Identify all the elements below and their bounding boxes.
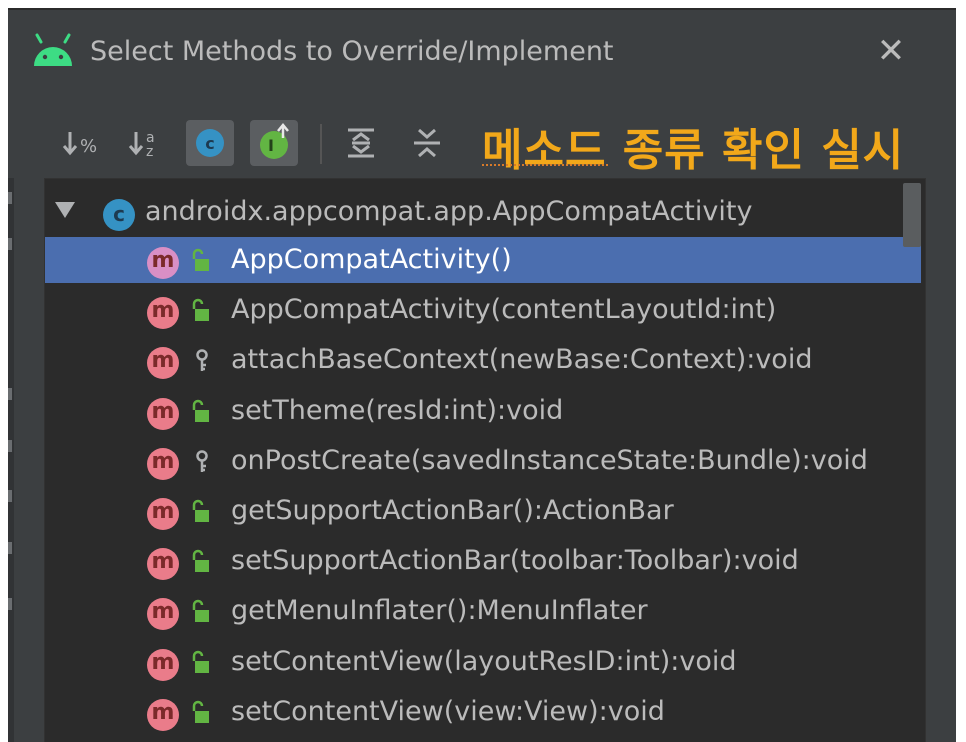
scrollbar-thumb[interactable] [903, 183, 921, 247]
method-icon: m [147, 347, 179, 379]
method-row[interactable]: m AppCompatActivity() [45, 237, 921, 283]
public-unlock-icon [189, 499, 215, 525]
override-methods-dialog: Select Methods to Override/Implement ✕ %… [8, 8, 956, 742]
svg-text:I: I [268, 136, 274, 155]
sort-alphabetically-icon: a z [128, 130, 155, 160]
methods-tree[interactable]: c androidx.appcompat.app.AppCompatActivi… [44, 178, 926, 742]
method-icon: m [147, 498, 179, 530]
method-label: setTheme(resId:int):void [231, 395, 564, 426]
protected-key-icon [189, 449, 215, 475]
method-label: attachBaseContext(newBase:Context):void [231, 344, 813, 375]
method-label: getSupportActionBar():ActionBar [231, 495, 674, 526]
gutter-mark [8, 238, 12, 250]
method-label: setContentView(view:View):void [231, 696, 665, 727]
class-node-label: androidx.appcompat.app.AppCompatActivity [145, 196, 753, 227]
toolbar-separator [320, 124, 322, 164]
spellcheck-underline [482, 164, 608, 166]
close-button[interactable]: ✕ [872, 32, 910, 70]
method-row[interactable]: m getSupportActionBar():ActionBar [45, 488, 921, 534]
sort-by-percent-button[interactable]: % [58, 120, 106, 166]
show-classes-icon: c [196, 129, 224, 157]
public-unlock-icon [189, 399, 215, 425]
collapse-all-icon [414, 128, 440, 158]
expand-all-button[interactable] [338, 120, 386, 166]
method-row[interactable]: m setTheme(resId:int):void [45, 388, 921, 434]
public-unlock-icon [189, 599, 215, 625]
public-unlock-icon [189, 549, 215, 575]
collapse-all-button[interactable] [404, 120, 452, 166]
editor-gutter [8, 178, 14, 742]
public-unlock-icon [189, 298, 215, 324]
sort-alphabetically-button[interactable]: a z [124, 120, 172, 166]
gutter-mark [8, 598, 12, 610]
protected-key-icon [189, 348, 215, 374]
method-row[interactable]: m setContentView(view:View):void [45, 689, 921, 735]
gutter-mark [8, 542, 12, 554]
svg-text:c: c [205, 134, 214, 153]
method-icon: m [147, 598, 179, 630]
dialog-title: Select Methods to Override/Implement [90, 36, 614, 67]
method-label: onPostCreate(savedInstanceState:Bundle):… [231, 445, 868, 476]
method-icon: m [147, 247, 179, 279]
show-classes-button[interactable]: c [186, 120, 234, 166]
dialog-title-bar: Select Methods to Override/Implement ✕ [8, 26, 956, 76]
show-interfaces-icon: I [260, 123, 289, 159]
public-unlock-icon [189, 700, 215, 726]
public-unlock-icon [189, 248, 215, 274]
method-icon: m [147, 297, 179, 329]
method-label: AppCompatActivity(contentLayoutId:int) [231, 294, 777, 325]
method-row[interactable]: m onPostCreate(savedInstanceState:Bundle)… [45, 438, 921, 484]
method-label: getMenuInflater():MenuInflater [231, 595, 648, 626]
gutter-mark [8, 192, 12, 204]
method-icon: m [147, 548, 179, 580]
gutter-mark [8, 440, 12, 452]
class-icon: c [103, 199, 135, 231]
window-top-border [8, 8, 956, 10]
method-row[interactable]: m attachBaseContext(newBase:Context):void [45, 337, 921, 383]
annotation-text: 메소드 종류 확인 실시 [482, 125, 905, 176]
public-unlock-icon [189, 650, 215, 676]
svg-text:%: % [80, 136, 97, 157]
method-row[interactable]: m setSupportActionBar(toolbar:Toolbar):vo… [45, 538, 921, 584]
method-label: AppCompatActivity() [231, 244, 512, 275]
class-node-row[interactable]: c androidx.appcompat.app.AppCompatActivi… [45, 189, 921, 235]
method-row[interactable]: m setContentView(layoutResID:int):void [45, 639, 921, 685]
method-label: setContentView(layoutResID:int):void [231, 646, 737, 677]
gutter-mark [8, 490, 12, 502]
dialog-toolbar: % a z c I 메소드 종류 확인 실시 [8, 112, 956, 176]
method-icon: m [147, 398, 179, 430]
method-icon: m [147, 448, 179, 480]
expand-all-icon [348, 128, 374, 158]
method-label: setSupportActionBar(toolbar:Toolbar):voi… [231, 545, 799, 576]
gutter-mark [8, 388, 12, 400]
method-row[interactable]: m getMenuInflater():MenuInflater [45, 588, 921, 634]
method-row[interactable]: m AppCompatActivity(contentLayoutId:int) [45, 287, 921, 333]
sort-by-percent-icon: % [62, 132, 97, 157]
expand-triangle-icon[interactable] [55, 202, 75, 218]
svg-text:z: z [146, 144, 153, 160]
show-interfaces-button[interactable]: I [250, 120, 298, 166]
method-icon: m [147, 699, 179, 731]
method-icon: m [147, 649, 179, 681]
android-icon [34, 33, 72, 66]
